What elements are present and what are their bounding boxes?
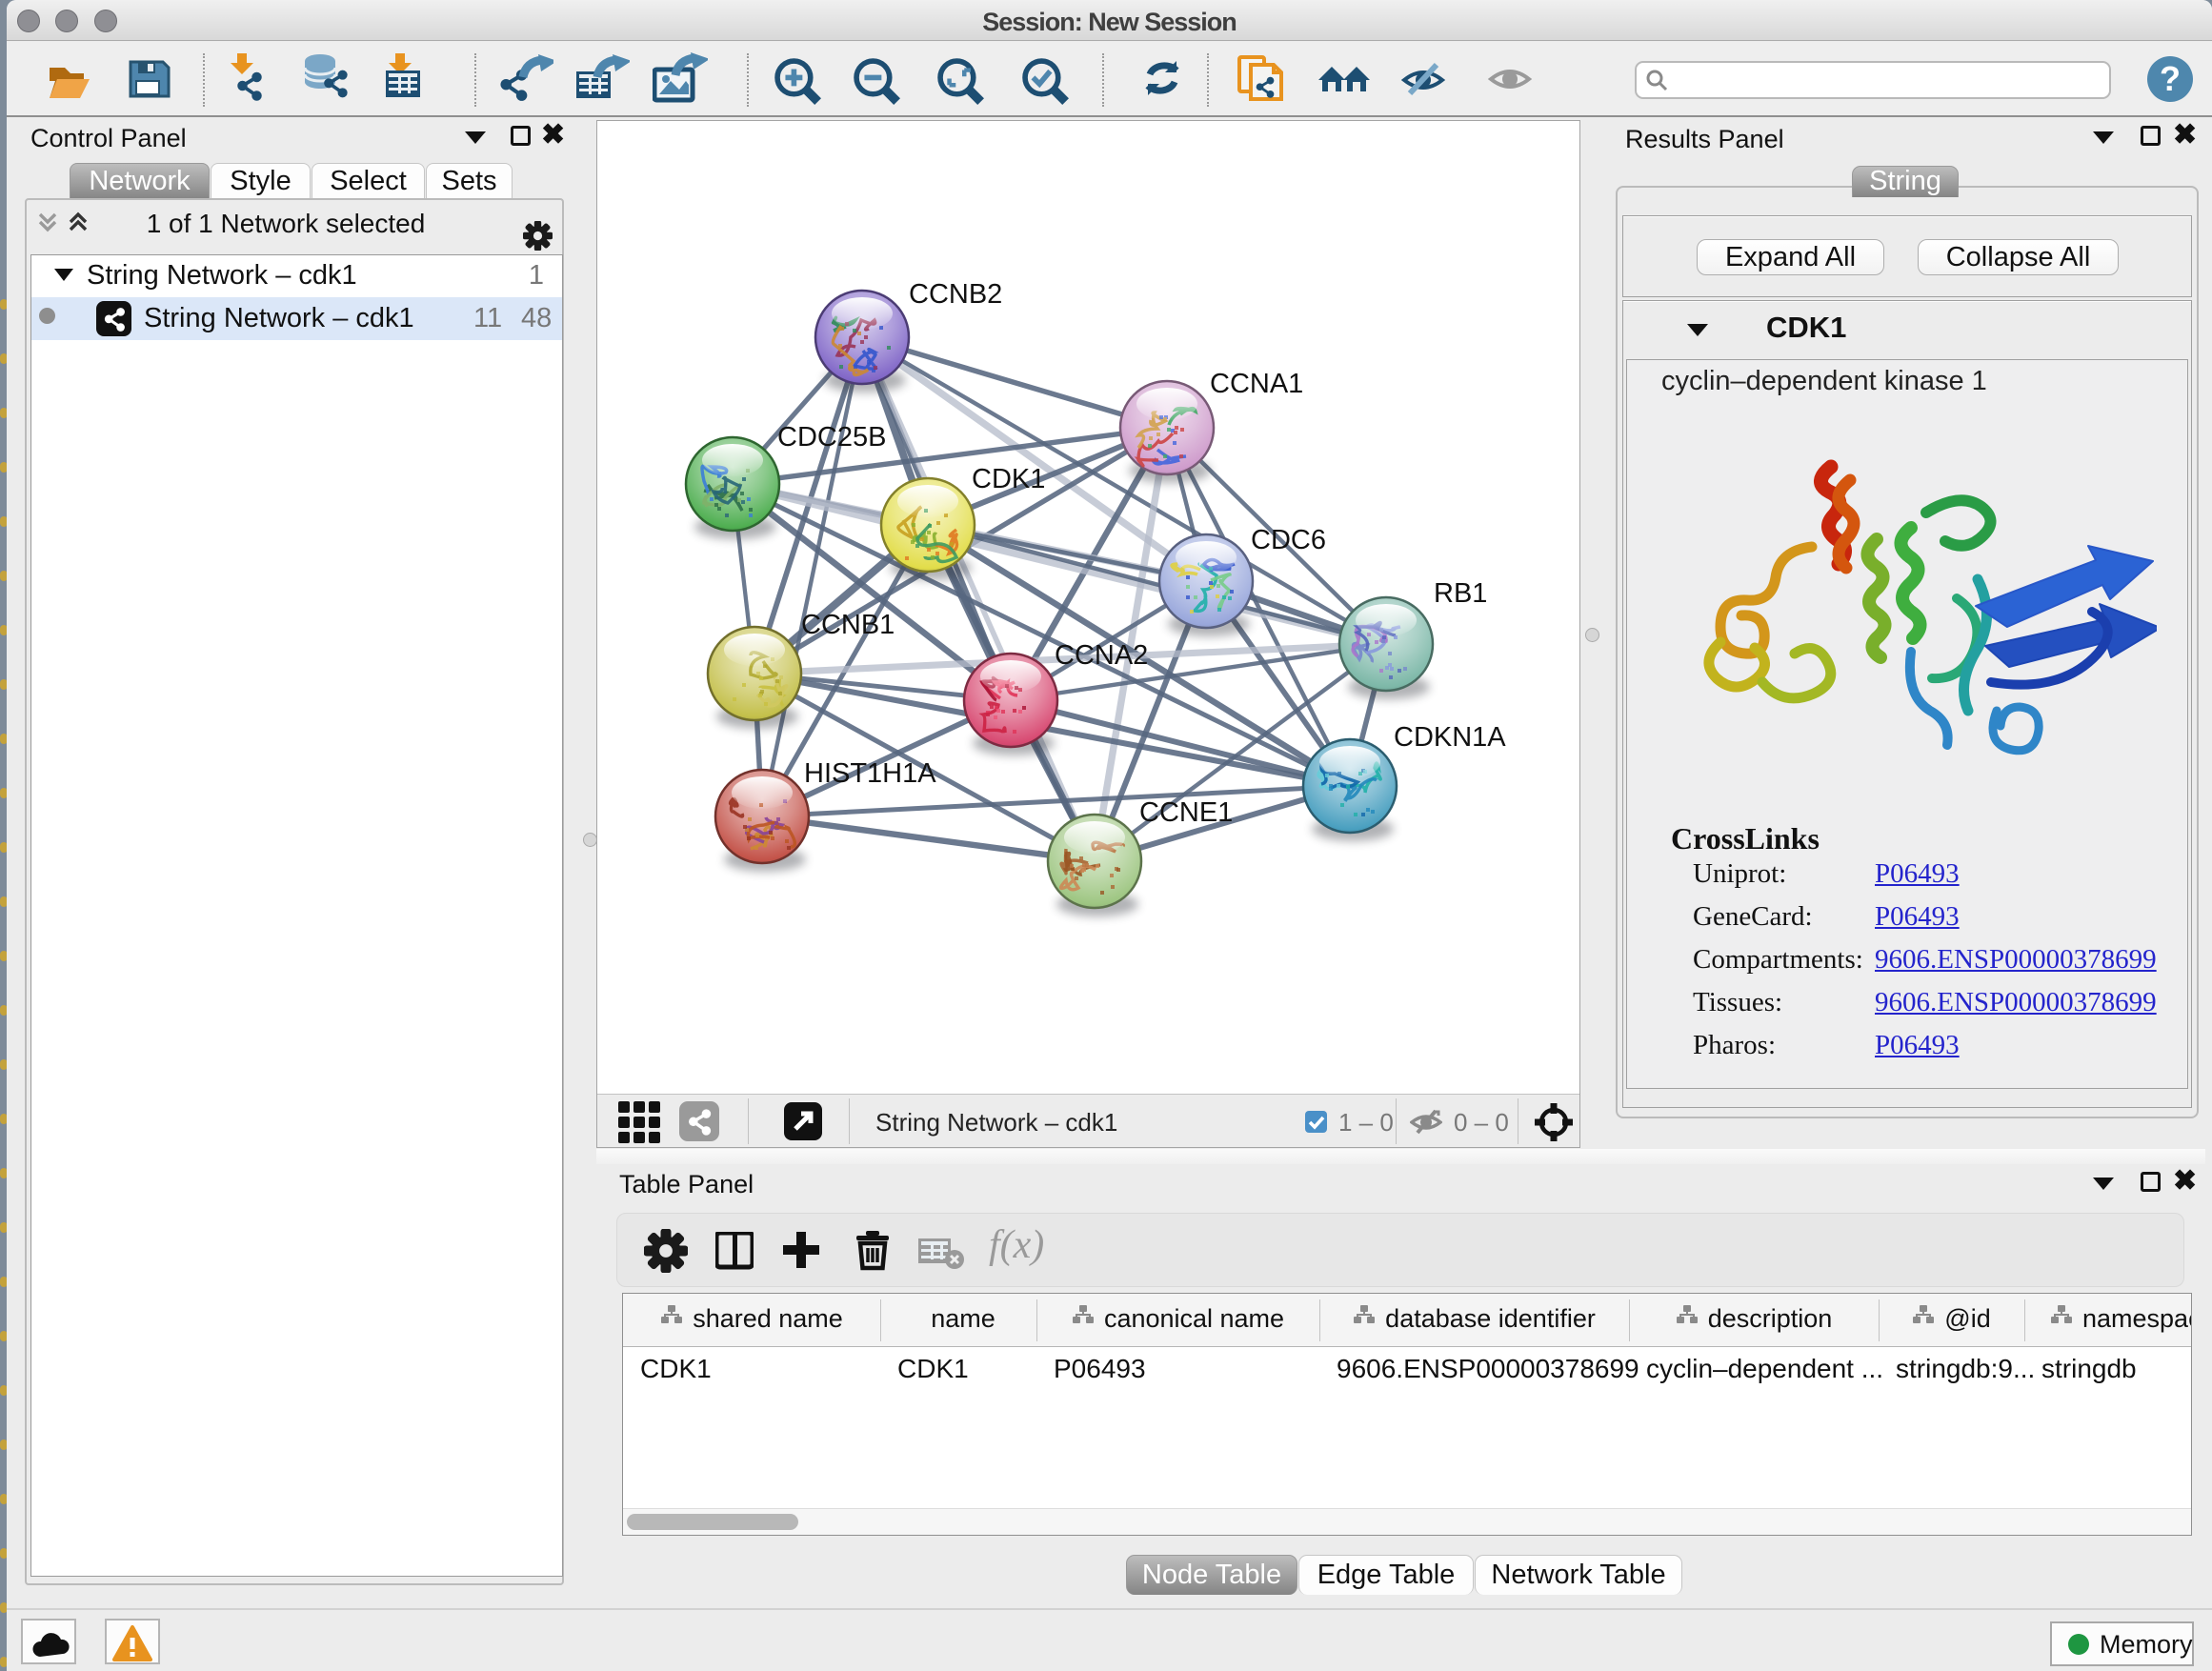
svg-text:CCNA2: CCNA2 xyxy=(1055,640,1148,671)
svg-text:CCNB1: CCNB1 xyxy=(801,610,895,640)
svg-text:HIST1H1A: HIST1H1A xyxy=(804,758,936,789)
svg-text:CDKN1A: CDKN1A xyxy=(1394,722,1506,753)
svg-text:CDK1: CDK1 xyxy=(972,464,1045,494)
svg-text:CCNA1: CCNA1 xyxy=(1210,369,1303,399)
svg-text:CCNE1: CCNE1 xyxy=(1139,797,1233,828)
svg-text:RB1: RB1 xyxy=(1434,578,1487,609)
svg-text:CCNB2: CCNB2 xyxy=(909,279,1002,310)
svg-text:CDC6: CDC6 xyxy=(1251,525,1326,555)
svg-text:CDC25B: CDC25B xyxy=(777,422,886,453)
svg-text:?: ? xyxy=(2160,59,2181,98)
